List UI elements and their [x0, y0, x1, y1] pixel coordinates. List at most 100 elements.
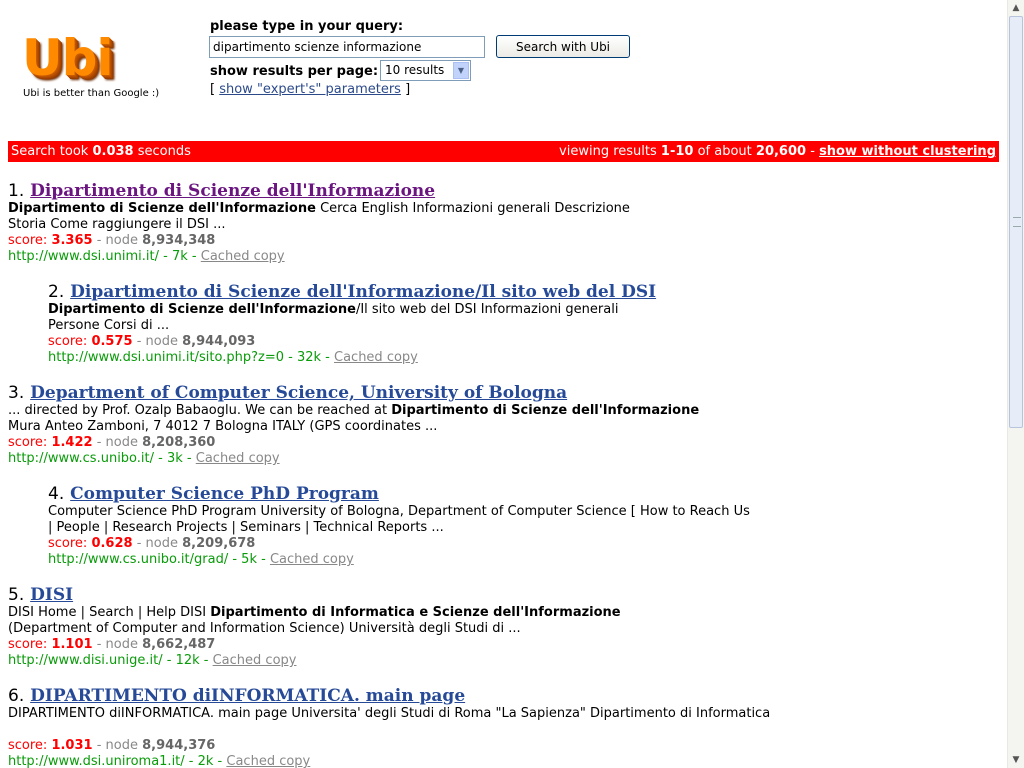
query-input[interactable] [209, 36, 485, 58]
score-label: score: [8, 435, 48, 450]
result-url: http://www.disi.unige.it/ [8, 653, 163, 668]
snippet-highlight: Dipartimento di Scienze dell'Informazion… [391, 403, 700, 418]
result-title-link[interactable]: DISI [30, 585, 73, 605]
result-size: - 3k - [158, 451, 192, 466]
result-snippet-line: Mura Anteo Zamboni, 7 4012 7 Bologna ITA… [8, 419, 438, 434]
results-page: Ubi Ubi is better than Google :) please … [0, 0, 1007, 768]
result-snippet-line: DIPARTIMENTO diINFORMATICA. main page Un… [8, 706, 771, 721]
cached-copy-link[interactable]: Cached copy [213, 653, 297, 668]
result-item: 3. Department of Computer Science, Unive… [8, 383, 808, 467]
result-snippet-line: Persone Corsi di ... [48, 318, 170, 333]
result-item: 1. Dipartimento di Scienze dell'Informaz… [8, 181, 808, 265]
snippet-highlight: Dipartimento di Informatica e Scienze de… [210, 605, 621, 620]
logo-word: Ubi [22, 29, 114, 87]
viewing-mid: of about [697, 144, 752, 159]
search-time-value: 0.038 [92, 144, 134, 159]
show-without-clustering-link[interactable]: show without clustering [819, 144, 996, 159]
cached-copy-link[interactable]: Cached copy [196, 451, 280, 466]
result-title-row: 1. Dipartimento di Scienze dell'Informaz… [8, 181, 808, 201]
node-label: - node [96, 233, 138, 248]
node-label: - node [136, 334, 178, 349]
snippet-text: /Il sito web del DSI Informazioni genera… [355, 302, 619, 317]
viewing-sep: - [810, 144, 815, 159]
triangle-down-icon[interactable]: ▼ [1008, 752, 1024, 768]
result-size: - 2k - [188, 754, 223, 768]
score-label: score: [48, 334, 88, 349]
triangle-up-icon[interactable]: ▲ [1008, 0, 1024, 16]
result-item: 2. Dipartimento di Scienze dell'Informaz… [48, 282, 848, 366]
viewing-range: 1-10 [660, 144, 694, 159]
scrollbar-thumb[interactable] [1009, 16, 1023, 428]
result-snippet-line: DISI Home | Search | Help DISI Dipartime… [8, 605, 808, 621]
score-label: score: [8, 233, 48, 248]
cached-copy-link[interactable]: Cached copy [226, 754, 310, 768]
stats-bar: Search took 0.038 seconds viewing result… [8, 141, 999, 162]
result-snippet-line: Dipartimento di Scienze dell'Informazion… [8, 201, 808, 217]
snippet-text: ... directed by Prof. Ozalp Babaoglu. We… [8, 403, 392, 418]
result-title-link[interactable]: Dipartimento di Scienze dell'Informazion… [30, 181, 435, 201]
logo-tagline: Ubi is better than Google :) [23, 88, 160, 99]
result-snippet-line: (Department of Computer and Information … [8, 621, 521, 636]
score-value: 0.628 [91, 536, 133, 551]
result-url-row: http://www.dsi.uniroma1.it/ - 2k - Cache… [8, 754, 808, 768]
result-score-row: score: 3.365 - node 8,934,348 [8, 233, 808, 249]
node-value: 8,208,360 [142, 435, 216, 450]
results-per-page-value: 10 results [385, 63, 445, 77]
result-score-row: score: 0.575 - node 8,944,093 [48, 334, 848, 350]
result-item: 6. DIPARTIMENTO diINFORMATICA. main page… [8, 686, 808, 768]
grip-icon [1013, 217, 1021, 227]
result-title-link[interactable]: Department of Computer Science, Universi… [30, 383, 567, 403]
result-size: - 32k - [288, 350, 330, 365]
result-url: http://www.cs.unibo.it/ [8, 451, 155, 466]
node-label: - node [96, 637, 138, 652]
query-label: please type in your query: [210, 19, 404, 34]
result-snippet-line: Storia Come raggiungere il DSI ... [8, 217, 226, 232]
score-value: 3.365 [51, 233, 93, 248]
score-value: 0.575 [91, 334, 133, 349]
viewing-total: 20,600 [755, 144, 807, 159]
ubi-logo[interactable]: Ubi Ubi is better than Google :) [20, 30, 160, 105]
result-title-link[interactable]: Computer Science PhD Program [70, 484, 379, 504]
snippet-highlight: Dipartimento di Scienze dell'Informazion… [48, 302, 356, 317]
result-url-row: http://www.dsi.unimi.it/sito.php?z=0 - 3… [48, 350, 848, 366]
chevron-down-icon[interactable]: ▼ [453, 62, 469, 79]
expert-params-link[interactable]: show "expert's" parameters [219, 82, 401, 97]
score-value: 1.031 [51, 738, 93, 753]
result-size: - 7k - [163, 249, 197, 264]
result-url-row: http://www.disi.unige.it/ - 12k - Cached… [8, 653, 808, 669]
result-title-row: 5. DISI [8, 585, 808, 605]
result-item: 4. Computer Science PhD Program Computer… [48, 484, 848, 568]
result-title-link[interactable]: Dipartimento di Scienze dell'Informazion… [70, 282, 656, 302]
snippet-text: Cerca English Informazioni generali Desc… [315, 201, 630, 216]
result-url-row: http://www.dsi.unimi.it/ - 7k - Cached c… [8, 249, 808, 265]
results-per-page-select[interactable]: 10 results ▼ [380, 60, 471, 81]
result-url-row: http://www.cs.unibo.it/ - 3k - Cached co… [8, 451, 808, 467]
node-value: 8,944,093 [182, 334, 256, 349]
viewing-results: viewing results 1-10 of about 20,600 - s… [559, 141, 996, 162]
result-title-link[interactable]: DIPARTIMENTO diINFORMATICA. main page [30, 686, 465, 706]
cached-copy-link[interactable]: Cached copy [270, 552, 354, 567]
result-score-row: score: 0.628 - node 8,209,678 [48, 536, 848, 552]
cached-copy-link[interactable]: Cached copy [334, 350, 418, 365]
bracket-open: [ [210, 82, 216, 97]
results-per-page-label: show results per page: [210, 64, 379, 79]
result-number: 2. [48, 282, 65, 302]
search-time-prefix: Search took [11, 144, 89, 159]
result-snippet-line: ... directed by Prof. Ozalp Babaoglu. We… [8, 403, 808, 419]
node-label: - node [136, 536, 178, 551]
score-label: score: [8, 738, 48, 753]
result-url: http://www.cs.unibo.it/grad/ [48, 552, 229, 567]
score-label: score: [8, 637, 48, 652]
result-size: - 5k - [232, 552, 266, 567]
vertical-scrollbar[interactable]: ▲ ▼ [1007, 0, 1024, 768]
node-label: - node [96, 738, 138, 753]
score-value: 1.101 [51, 637, 93, 652]
node-value: 8,934,348 [142, 233, 216, 248]
snippet-highlight: Dipartimento di Scienze dell'Informazion… [8, 201, 316, 216]
node-value: 8,662,487 [142, 637, 216, 652]
cached-copy-link[interactable]: Cached copy [201, 249, 285, 264]
result-snippet-line: Computer Science PhD Program University … [48, 504, 750, 519]
result-url: http://www.dsi.unimi.it/ [8, 249, 160, 264]
search-button[interactable]: Search with Ubi [496, 35, 630, 58]
snippet-text: DISI Home | Search | Help DISI [8, 605, 211, 620]
